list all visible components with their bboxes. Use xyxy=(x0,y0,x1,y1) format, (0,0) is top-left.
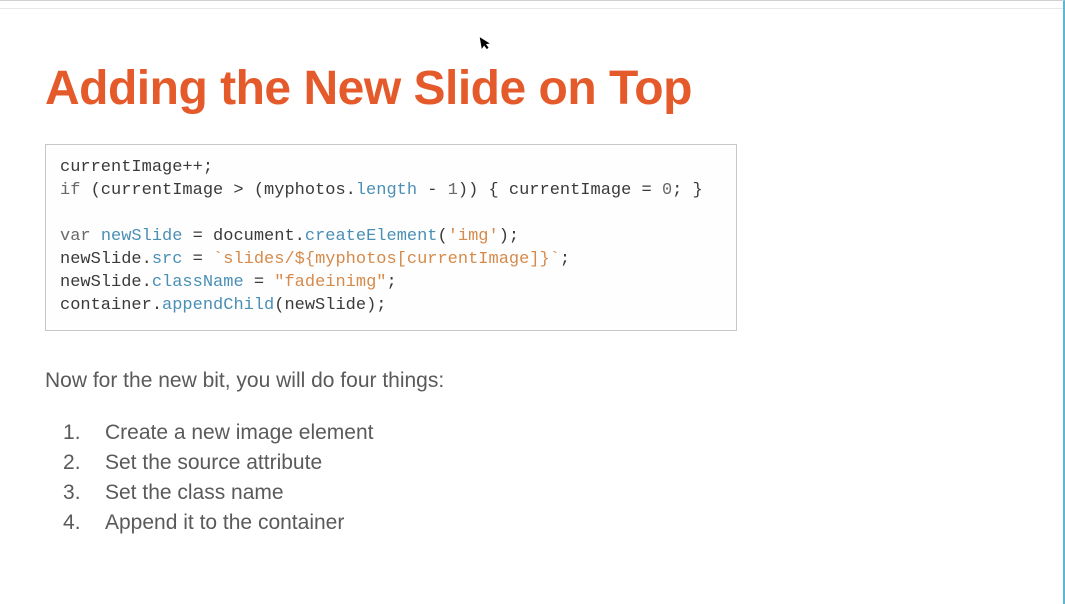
code-block: currentImage++; if (currentImage > (myph… xyxy=(45,144,737,331)
list-item-text: Set the source attribute xyxy=(105,451,322,475)
slide-content: Adding the New Slide on Top currentImage… xyxy=(0,1,1063,581)
intro-paragraph: Now for the new bit, you will do four th… xyxy=(45,369,1018,393)
steps-list: Create a new image element Set the sourc… xyxy=(45,421,1018,535)
list-item-text: Set the class name xyxy=(105,481,284,505)
list-item: Append it to the container xyxy=(63,511,1018,535)
list-item: Create a new image element xyxy=(63,421,1018,445)
slide-title: Adding the New Slide on Top xyxy=(45,61,1018,116)
list-item-text: Create a new image element xyxy=(105,421,373,445)
list-item: Set the class name xyxy=(63,481,1018,505)
list-item-text: Append it to the container xyxy=(105,511,344,535)
top-divider xyxy=(0,8,1063,9)
list-item: Set the source attribute xyxy=(63,451,1018,475)
